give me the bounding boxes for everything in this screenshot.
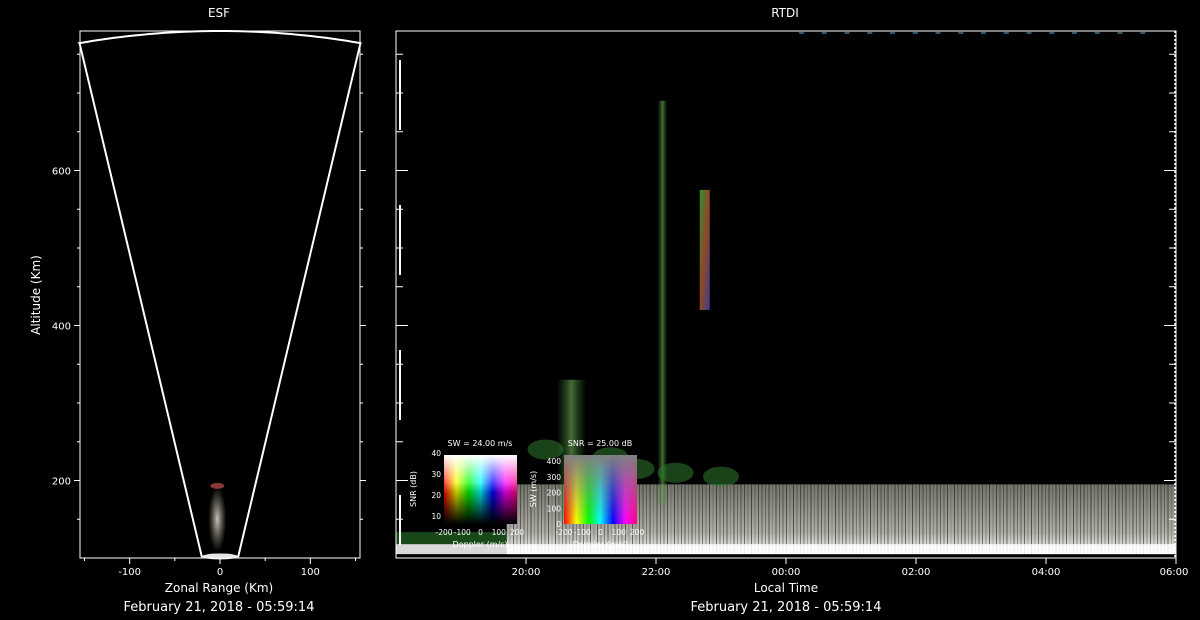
cb2-y-tick-label: 0 [556,520,561,529]
rtdi-top-speckle [1072,32,1077,34]
esf-echo-column [208,486,227,553]
rtdi-base-echo [396,544,1176,555]
rtdi-top-speckle [958,32,964,34]
rtdi-top-speckle [981,32,986,34]
rtdi-title: RTDI [771,6,799,20]
rtdi-x-axis-label: Local Time [754,581,818,595]
cb2-y-tick-label: 100 [547,504,562,513]
rtdi-top-speckle [890,32,895,34]
cb1-y-tick-label: 30 [431,470,441,479]
cb1-y-tick-label: 20 [431,491,441,500]
cb2-y-tick-label: 300 [547,473,562,482]
rtdi-top-speckle [1003,32,1009,34]
esf-footer-timestamp: February 21, 2018 - 05:59:14 [124,600,315,615]
esf-y-tick-label: 200 [52,477,71,488]
rtdi-top-speckle [844,32,850,34]
esf-y-axis-label: Altitude (Km) [29,255,43,335]
esf-beam-outline [77,30,362,558]
rtdi-top-speckle [912,32,918,34]
esf-x-tick-label: 0 [217,567,223,578]
colorbar2-y-label: SW (m/s) [529,471,538,507]
cb2-x-tick-label: 0 [598,528,603,537]
rtdi-top-speckle [1049,32,1055,34]
rtdi-top-speckle [867,32,873,34]
cb2-x-tick-label: 200 [630,528,645,537]
rtdi-y-ticks [396,53,1176,520]
rtdi-top-speckle [1140,32,1146,34]
colorbar2-x-ticks: -200 -100 0 100 200 [555,528,644,537]
esf-panel: ESF -100 0 100 200400600 Zonal Range (Km) … [29,6,366,615]
colorbar1-x-ticks: -200 -100 0 100 200 [435,528,524,537]
rtdi-x-ticks: 20:00 22:00 00:00 02:00 04:00 06:00 [512,558,1189,578]
esf-x-ticks: -100 0 100 [84,558,356,578]
rtdi-x-tick-label: 22:00 [642,567,671,578]
cb2-y-tick-label: 200 [547,489,562,498]
rtdi-x-tick-label: 00:00 [772,567,801,578]
rtdi-top-speckle [1026,32,1032,34]
esf-plot-frame [79,30,361,559]
rtdi-green-echo [703,466,739,487]
colorbar2-x-label: Doppler (m/s) [572,540,627,549]
cb1-x-tick-label: 200 [510,528,525,537]
rtdi-x-tick-label: 06:00 [1160,567,1189,578]
cb2-x-tick-label: 100 [612,528,627,537]
esf-echo-top [210,482,225,489]
colorbar1-title: SW = 24.00 m/s [448,439,513,448]
rtdi-green-echo [657,462,694,483]
cb1-x-tick-label: -200 [435,528,452,537]
colorbar1-y-ticks: 10 20 30 40 [431,449,441,521]
esf-y-tick-label: 400 [52,322,71,333]
rtdi-plume [699,189,710,310]
esf-x-tick-label: -100 [118,567,141,578]
rtdi-top-speckle [799,32,804,34]
cb1-y-tick-label: 10 [431,512,441,521]
rtdi-x-tick-label: 04:00 [1032,567,1061,578]
esf-x-axis-label: Zonal Range (Km) [165,581,273,595]
rtdi-x-tick-label: 20:00 [512,567,541,578]
cb2-x-tick-label: -200 [555,528,572,537]
rtdi-top-speckle [1117,32,1123,34]
esf-y-tick-label: 600 [52,167,71,178]
cb2-x-tick-label: -100 [574,528,591,537]
rtdi-footer-timestamp: February 21, 2018 - 05:59:14 [691,600,882,615]
colorbar2-title: SNR = 25.00 dB [568,439,632,448]
figure: ESF -100 0 100 200400600 Zonal Range (Km) … [29,6,1189,615]
cb1-x-tick-label: -100 [454,528,471,537]
esf-echo [202,482,238,560]
cb1-x-tick-label: 100 [492,528,507,537]
rtdi-top-speckle [821,32,827,34]
cb1-x-tick-label: 0 [478,528,483,537]
colorbar1-y-label: SNR (dB) [409,471,418,507]
cb2-y-tick-label: 400 [547,457,562,466]
cb1-y-tick-label: 40 [431,449,441,458]
rtdi-top-speckle [1094,32,1100,34]
rtdi-x-tick-label: 02:00 [902,567,931,578]
esf-x-tick-label: 100 [301,567,320,578]
colorbar1-x-label: Doppler (m/s) [452,540,507,549]
rtdi-top-speckle [935,32,941,34]
rtdi-plume [657,100,668,504]
esf-title: ESF [208,6,230,20]
